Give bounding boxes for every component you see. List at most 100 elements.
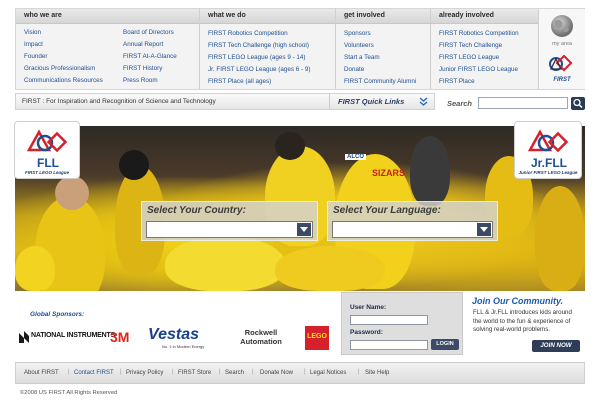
jr-fll-logo-caption: Junior FIRST LEGO League	[518, 170, 578, 175]
double-chevron-down-icon	[419, 97, 428, 106]
nav-link-press-room[interactable]: Press Room	[123, 75, 177, 87]
nav-column-get-involved: get involved Sponsors Volunteers Start a…	[336, 9, 431, 89]
copyright: ©2008 US FIRST All Rights Reserved	[20, 390, 118, 396]
nav-link-already-jr-fll[interactable]: Junior FIRST LEGO League	[439, 64, 538, 76]
nav-heading-what-we-do[interactable]: what we do	[200, 9, 335, 24]
nav-link-first-history[interactable]: FIRST History	[123, 63, 177, 75]
nav-link-board-of-directors[interactable]: Board of Directors	[123, 27, 177, 39]
search-input[interactable]	[478, 97, 568, 109]
jr-fll-logo[interactable]: Jr.FLL Junior FIRST LEGO League	[514, 121, 582, 179]
nav-link-communications-resources[interactable]: Communications Resources	[24, 75, 103, 87]
nav-link-first-at-a-glance[interactable]: FIRST At-A-Glance	[123, 51, 177, 63]
nav-list-who-we-are-right: Board of Directors Annual Report FIRST A…	[115, 23, 177, 87]
sponsor-vestas[interactable]: Vestas No. 1 in Modern Energy	[146, 326, 218, 350]
nav-link-start-a-team[interactable]: Start a Team	[344, 52, 430, 64]
country-select-label: Select Your Country:	[147, 205, 246, 216]
nav-link-community-alumni[interactable]: FIRST Community Alumni	[344, 76, 430, 88]
nav-list-what-we-do: FIRST Robotics Competition FIRST Tech Ch…	[200, 24, 335, 88]
nav-heading-who-we-are[interactable]: who we are	[16, 9, 199, 24]
quick-links-dropdown[interactable]: FIRST Quick Links	[329, 94, 435, 109]
nav-link-sponsors[interactable]: Sponsors	[344, 28, 430, 40]
hero-figure	[535, 186, 585, 291]
first-logo-icon	[549, 55, 573, 72]
nav-link-already-frc[interactable]: FIRST Robotics Competition	[439, 28, 538, 40]
username-input[interactable]	[350, 315, 428, 325]
hero-figure	[275, 246, 385, 291]
jr-fll-logo-icon	[527, 129, 569, 153]
nav-link-already-fll[interactable]: FIRST LEGO League	[439, 52, 538, 64]
footer-link-legal[interactable]: Legal Notices	[310, 370, 346, 376]
search-button[interactable]	[571, 97, 585, 110]
country-select[interactable]	[146, 221, 313, 238]
password-input[interactable]	[350, 340, 428, 350]
shirt-text: SIZARS	[372, 168, 406, 178]
my-area-logo-text: FIRST	[553, 77, 571, 83]
country-select-panel: Select Your Country:	[141, 201, 318, 241]
nav-link-frc[interactable]: FIRST Robotics Competition	[208, 28, 335, 40]
password-label: Password:	[350, 329, 383, 336]
hero-figure	[15, 246, 55, 291]
nav-column-who-we-are: who we are Vision Impact Founder Graciou…	[16, 9, 200, 89]
nav-link-ftc[interactable]: FIRST Tech Challenge (high school)	[208, 40, 335, 52]
chevron-down-icon[interactable]	[297, 223, 311, 236]
hero-figure	[410, 136, 450, 206]
ni-logo-icon	[19, 331, 29, 343]
my-area[interactable]: my area FIRST	[539, 9, 585, 89]
fll-logo-icon	[26, 129, 68, 153]
footer-bar: About FIRST | Contact FIRST | Privacy Po…	[15, 362, 585, 384]
nav-link-already-ftc[interactable]: FIRST Tech Challenge	[439, 40, 538, 52]
nav-heading-already-involved[interactable]: already involved	[431, 9, 538, 24]
nav-link-first-place[interactable]: FIRST Place (all ages)	[208, 76, 335, 88]
nav-link-impact[interactable]: Impact	[24, 39, 103, 51]
footer-link-search[interactable]: Search	[225, 370, 244, 376]
footer-link-about[interactable]: About FIRST	[24, 370, 59, 376]
join-now-button[interactable]: JOIN NOW	[532, 340, 580, 352]
community-title: Join Our Community.	[472, 296, 564, 306]
login-panel: User Name: Password: LOGIN	[341, 292, 463, 355]
sponsor-name: 3M	[110, 329, 130, 345]
nav-link-jr-fll[interactable]: Jr. FIRST LEGO League (ages 6 - 9)	[208, 64, 335, 76]
nav-link-volunteers[interactable]: Volunteers	[344, 40, 430, 52]
jr-fll-logo-text: Jr.FLL	[530, 156, 567, 170]
fll-logo-caption: FIRST LEGO League	[24, 170, 69, 175]
chevron-down-icon[interactable]	[477, 223, 491, 236]
footer-link-donate[interactable]: Donate Now	[260, 370, 293, 376]
sponsor-3m[interactable]: 3M	[108, 326, 138, 350]
footer-link-privacy[interactable]: Privacy Policy	[126, 370, 163, 376]
nav-link-founder[interactable]: Founder	[24, 51, 103, 63]
nav-link-vision[interactable]: Vision	[24, 27, 103, 39]
nav-link-donate[interactable]: Donate	[344, 64, 430, 76]
footer-link-help[interactable]: Site Help	[365, 370, 389, 376]
quick-links-label: FIRST Quick Links	[338, 97, 405, 106]
username-label: User Name:	[350, 304, 387, 311]
hero-figure	[119, 150, 149, 180]
login-button[interactable]: LOGIN	[431, 339, 459, 350]
hero-figure	[275, 132, 305, 160]
nav-heading-get-involved[interactable]: get involved	[336, 9, 430, 24]
my-area-label: my area	[552, 41, 572, 47]
sponsor-lego[interactable]: LEGO	[305, 326, 329, 350]
language-select-panel: Select Your Language:	[327, 201, 498, 241]
nav-column-what-we-do: what we do FIRST Robotics Competition FI…	[200, 9, 336, 89]
sponsor-national-instruments[interactable]: NATIONAL INSTRUMENTS	[18, 326, 115, 350]
footer-link-store[interactable]: FIRST Store	[178, 370, 211, 376]
language-select[interactable]	[332, 221, 493, 238]
nav-link-already-first-place[interactable]: FIRST Place	[439, 76, 538, 88]
footer-link-contact[interactable]: Contact FIRST	[74, 370, 114, 376]
fll-logo[interactable]: FLL FIRST LEGO League	[14, 121, 80, 179]
nav-column-already-involved: already involved FIRST Robotics Competit…	[431, 9, 539, 89]
main-navigation: who we are Vision Impact Founder Graciou…	[15, 8, 585, 90]
sponsor-name: Vestas	[148, 326, 199, 343]
nav-link-annual-report[interactable]: Annual Report	[123, 39, 177, 51]
sponsor-rockwell[interactable]: Rockwell Automation	[224, 326, 298, 350]
tagline: FIRST : For Inspiration and Recognition …	[22, 98, 216, 105]
community-panel: Join Our Community. FLL & Jr.FLL introdu…	[466, 292, 585, 355]
nav-link-gracious-professionalism[interactable]: Gracious Professionalism	[24, 63, 103, 75]
community-text: FLL & Jr.FLL introduces kids around the …	[473, 309, 572, 333]
sponsor-name: NATIONAL INSTRUMENTS	[31, 332, 116, 339]
hero-figure	[55, 176, 89, 210]
search-icon	[573, 98, 583, 109]
nav-link-fll[interactable]: FIRST LEGO League (ages 9 - 14)	[208, 52, 335, 64]
nav-list-already-involved: FIRST Robotics Competition FIRST Tech Ch…	[431, 24, 538, 88]
language-select-label: Select Your Language:	[333, 205, 441, 216]
